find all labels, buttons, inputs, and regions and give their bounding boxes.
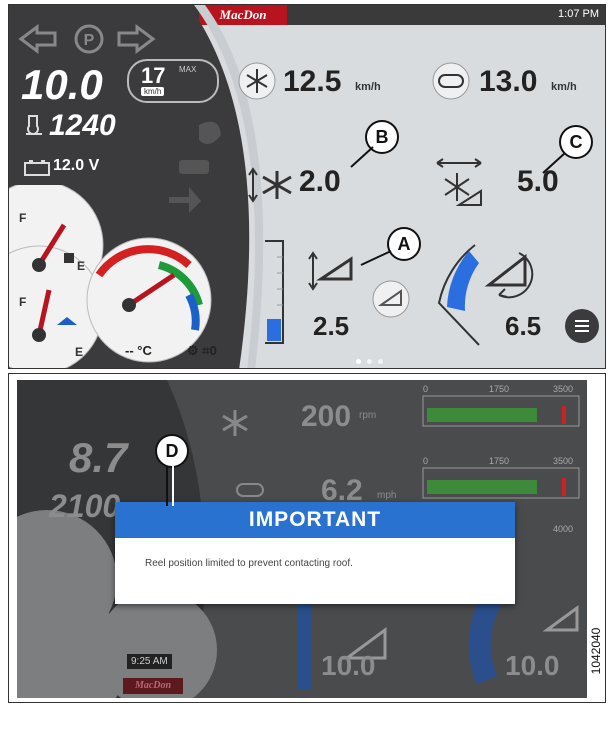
figure-id-wrapper: 1042040 xyxy=(589,606,603,696)
top-screen: MacDon 1:07 PM P 10.0 17 MAX km/h 1240 1… xyxy=(8,4,606,369)
bg-row-speed-unit: mph xyxy=(377,490,397,501)
callout-d: D xyxy=(155,434,189,468)
gear-indicator: ⚙ ⌗0 xyxy=(187,343,217,358)
float-button[interactable] xyxy=(371,279,411,319)
battery-icon xyxy=(24,160,50,176)
ground-speed-button[interactable] xyxy=(237,61,277,101)
fuel-full-label: F xyxy=(19,211,27,225)
voltage-readout: 12.0 V xyxy=(53,157,100,174)
header-tilt-icon xyxy=(484,252,534,299)
callout-a-leader xyxy=(360,250,392,266)
header-tilt-value: 6.5 xyxy=(505,311,542,341)
important-dialog[interactable]: IMPORTANT Reel position limited to preve… xyxy=(115,502,515,604)
reel-speed-unit: km/h xyxy=(551,81,577,93)
temp-readout: -- °C xyxy=(125,343,152,358)
ground-speed-unit: km/h xyxy=(355,81,381,93)
bg-brand: MacDon xyxy=(123,678,183,694)
clock: 1:07 PM xyxy=(558,8,599,20)
gauge-cluster xyxy=(9,185,212,368)
reel-height-icon xyxy=(248,167,292,203)
bg-speed: 8.7 xyxy=(69,434,128,481)
bg-reel-rpm-unit: rpm xyxy=(359,410,377,421)
bg-reel-rpm: 200 xyxy=(301,400,352,433)
menu-button[interactable] xyxy=(565,309,599,343)
menu-icon xyxy=(575,320,589,332)
bg-rpm: 2100 xyxy=(49,488,121,524)
dialog-message: Reel position limited to prevent contact… xyxy=(145,558,353,569)
reel-speed-value: 13.0 xyxy=(479,65,538,98)
scale1-max: 3500 xyxy=(553,384,574,394)
gear-value: 0 xyxy=(209,343,217,358)
ground-speed-value: 12.5 xyxy=(283,65,342,98)
reel-fore-aft-icon xyxy=(436,158,482,206)
figure-id: 1042040 xyxy=(589,627,603,675)
callout-c-leader xyxy=(542,152,566,174)
reel-speed-button[interactable] xyxy=(429,61,473,101)
fuel-pump-icon xyxy=(64,253,74,263)
page-indicator[interactable] xyxy=(353,351,386,368)
bg-left-value: 10.0 xyxy=(321,650,376,681)
scale2-min: 0 xyxy=(423,456,429,466)
scale1-min: 0 xyxy=(423,384,429,394)
def-empty-label: E xyxy=(75,345,84,359)
park-brake-icon: P xyxy=(74,24,104,54)
reel-height-value: 2.0 xyxy=(299,165,341,198)
callout-b-leader xyxy=(350,146,374,168)
max-speed-value: 17 xyxy=(141,63,166,88)
bg-scale-3: 4000 xyxy=(553,524,574,534)
rpm-readout: 1240 xyxy=(49,109,116,142)
fuel-empty-label: E xyxy=(77,259,86,273)
bg-right-value: 10.0 xyxy=(505,650,560,681)
max-unit: km/h xyxy=(141,87,165,96)
svg-text:P: P xyxy=(84,32,95,49)
bg-time: 9:25 AM xyxy=(127,654,172,669)
header-height-bar xyxy=(265,240,284,344)
header-height-icon xyxy=(308,251,353,291)
scale1-mid: 1750 xyxy=(489,384,510,394)
header-height-value: 2.5 xyxy=(313,311,350,341)
turn-signals: P xyxy=(18,24,156,54)
bottom-screen: 8.7 2100 200 rpm 6.2 mph 0 1750 3500 0 1… xyxy=(8,373,606,703)
callout-d-leader xyxy=(166,466,174,506)
engine-rpm-icon xyxy=(26,115,42,135)
scale2-mid: 1750 xyxy=(489,456,510,466)
def-full-label: F xyxy=(19,295,27,309)
speed-readout: 10.0 xyxy=(21,61,103,108)
max-label: MAX xyxy=(179,65,197,74)
scale2-max: 3500 xyxy=(553,456,574,466)
right-turn-icon xyxy=(117,24,156,54)
left-turn-icon xyxy=(18,24,57,54)
max-speed-badge: 17 MAX km/h xyxy=(127,59,219,103)
